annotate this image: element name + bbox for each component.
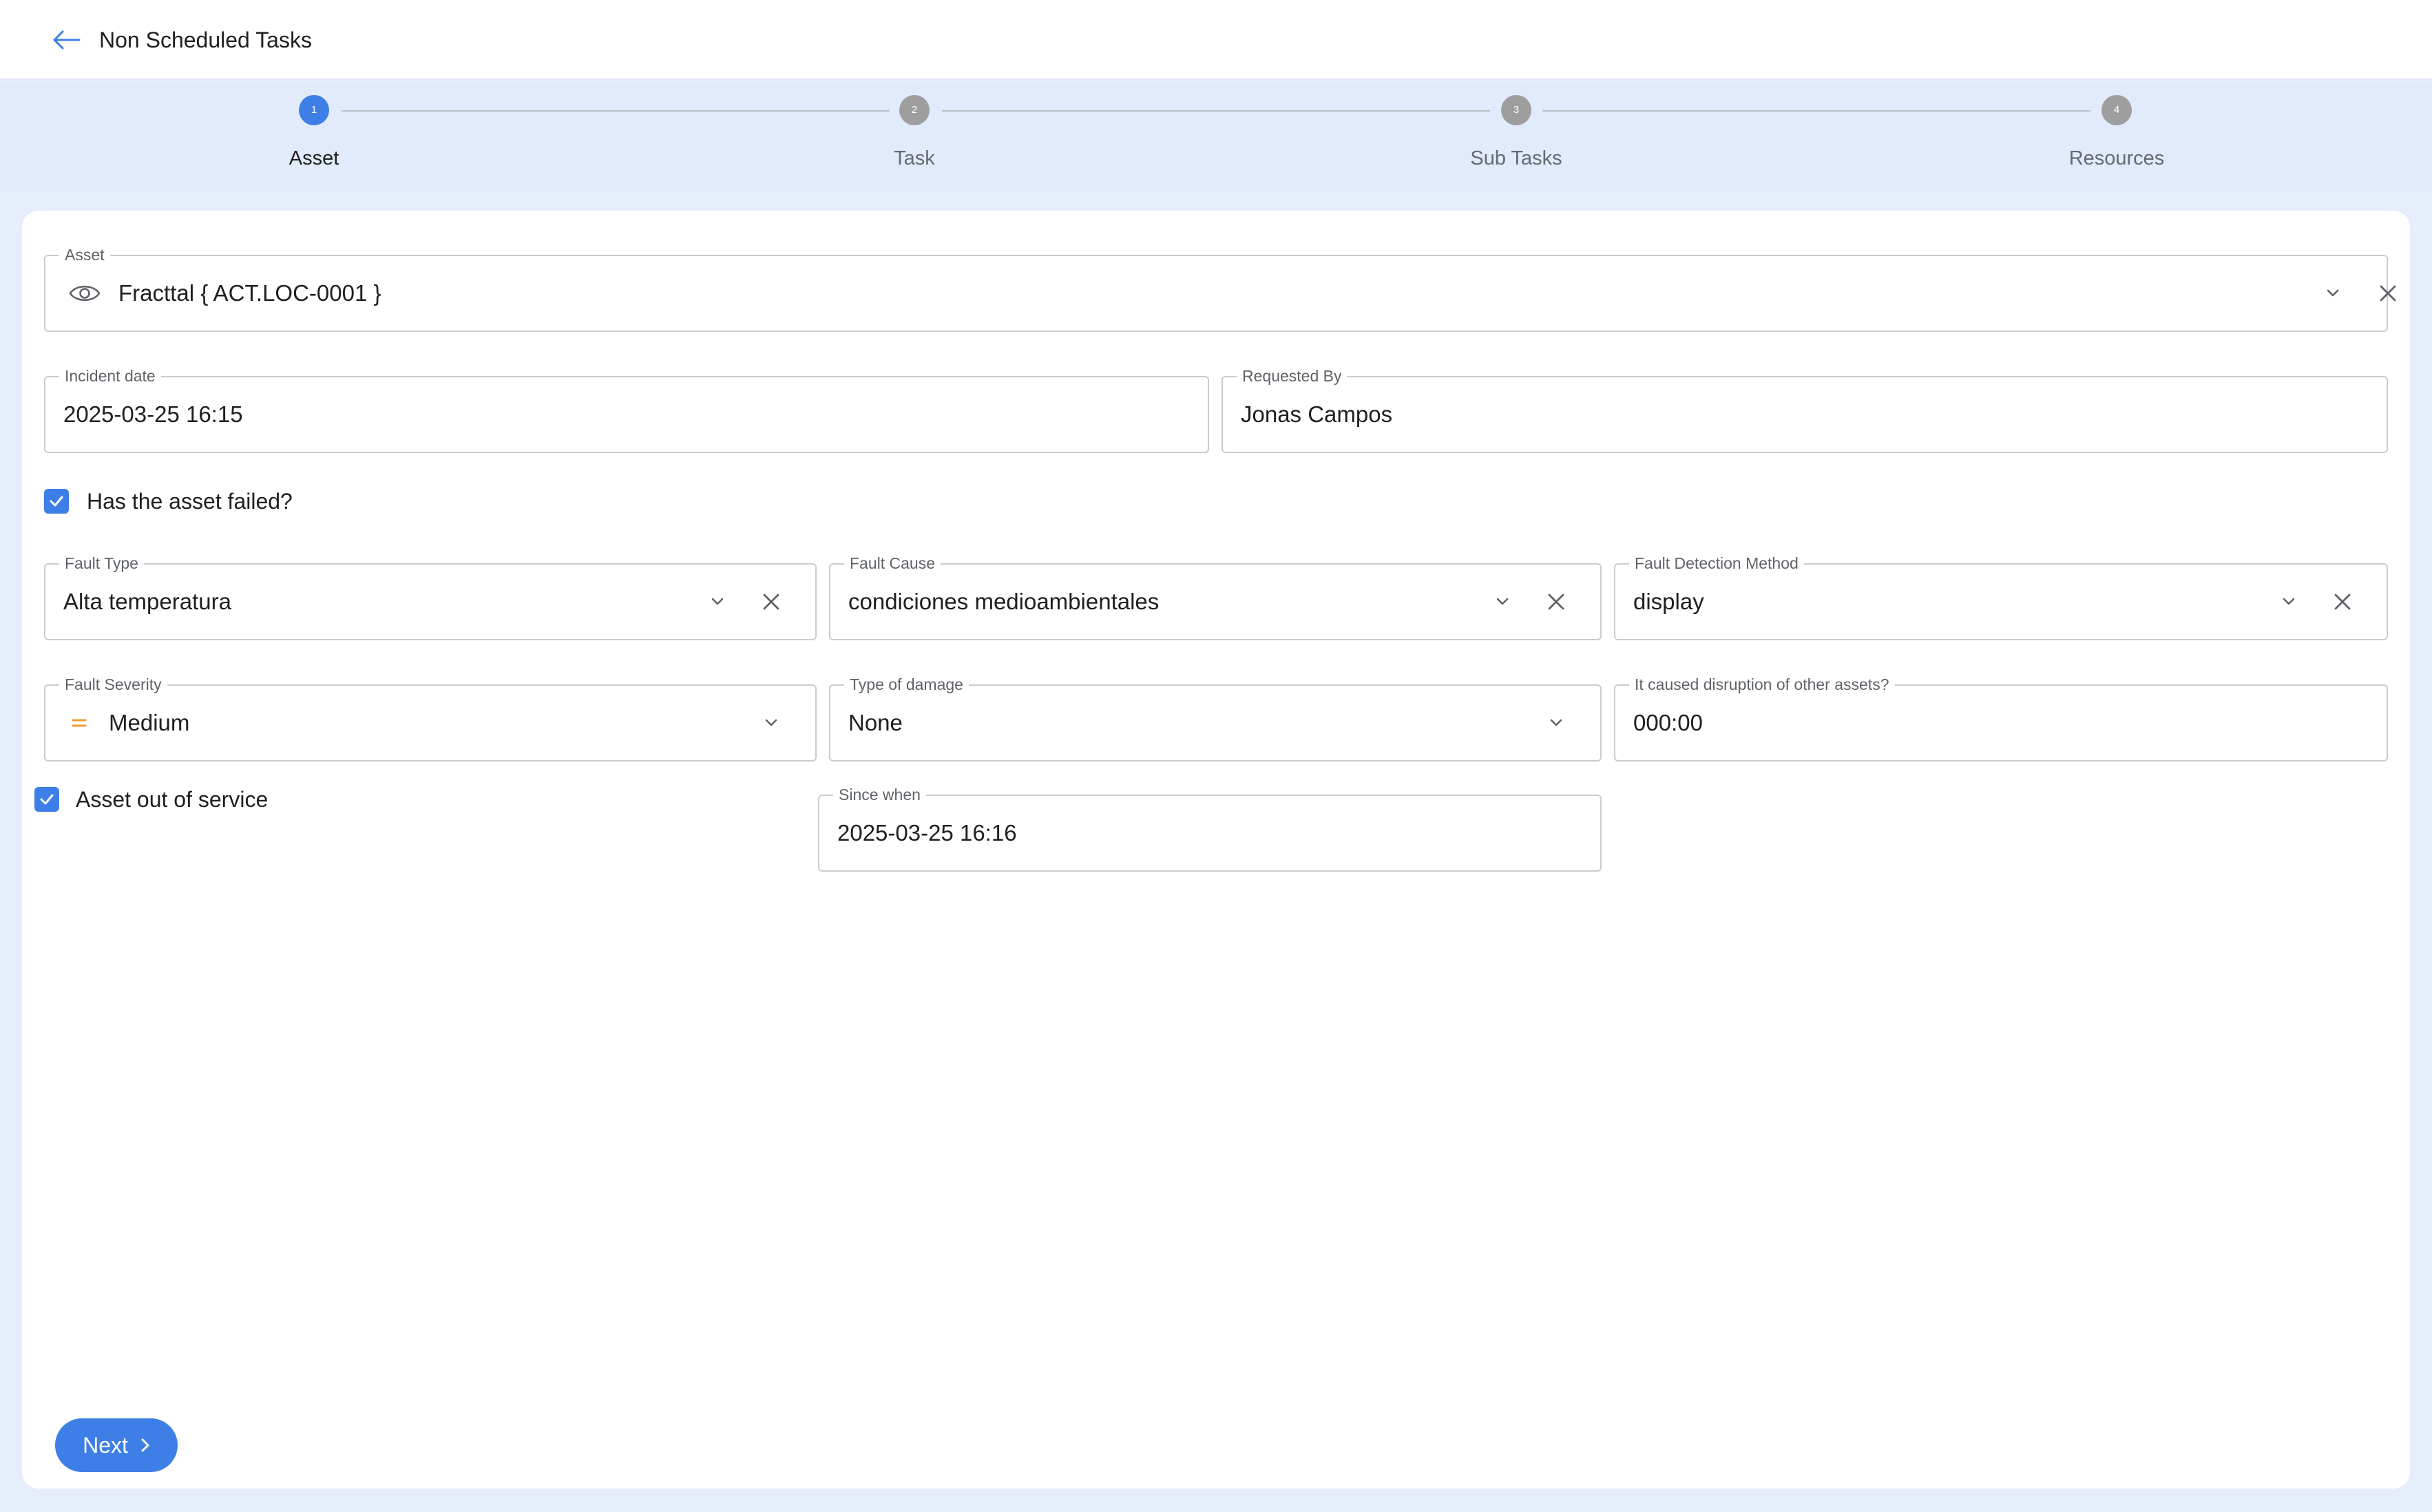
out-of-service-label[interactable]: Asset out of service (76, 784, 268, 815)
fault-type-select[interactable]: Fault Type Alta temperatura (44, 552, 817, 640)
step-1-label[interactable]: Asset (211, 145, 417, 172)
chevron-down-icon[interactable] (704, 565, 731, 639)
check-icon (40, 794, 54, 805)
stepper (0, 81, 2432, 191)
chevron-down-icon[interactable] (1542, 686, 1570, 760)
next-button-label: Next (83, 1432, 128, 1458)
step-4-indicator[interactable]: 4 (2101, 95, 2132, 125)
eye-icon[interactable] (69, 256, 101, 330)
step-3-label[interactable]: Sub Tasks (1413, 145, 1619, 172)
clear-icon[interactable] (756, 565, 786, 639)
asset-failed-label[interactable]: Has the asset failed? (87, 486, 293, 516)
type-of-damage-select[interactable]: Type of damage None (829, 673, 1602, 762)
since-when-value: 2025-03-25 16:16 (837, 820, 1017, 846)
step-3-indicator[interactable]: 3 (1501, 95, 1531, 125)
page-title: Non Scheduled Tasks (99, 28, 312, 52)
chevron-down-icon[interactable] (1489, 565, 1516, 639)
fault-detection-method-select[interactable]: Fault Detection Method display (1614, 552, 2388, 640)
fault-type-value: Alta temperatura (63, 589, 231, 614)
disruption-field[interactable]: It caused disruption of other assets? 00… (1614, 673, 2388, 762)
step-connector (942, 110, 1490, 112)
requested-by-field[interactable]: Requested By Jonas Campos (1222, 365, 2388, 453)
chevron-down-icon[interactable] (757, 686, 785, 760)
fault-cause-select[interactable]: Fault Cause condiciones medioambientales (829, 552, 1602, 640)
top-bar: Non Scheduled Tasks (0, 0, 2432, 80)
chevron-down-icon[interactable] (2275, 565, 2303, 639)
step-4-label[interactable]: Resources (2013, 145, 2220, 172)
step-connector (1542, 110, 2090, 112)
back-arrow-icon[interactable] (45, 21, 87, 59)
fault-detection-method-value: display (1633, 589, 1704, 614)
chevron-right-icon (141, 1438, 149, 1452)
since-when-field[interactable]: Since when 2025-03-25 16:16 (818, 784, 1602, 872)
clear-icon[interactable] (2373, 256, 2403, 330)
disruption-value: 000:00 (1633, 710, 1703, 735)
next-button[interactable]: Next (55, 1418, 178, 1472)
clear-icon[interactable] (2327, 565, 2358, 639)
requested-by-value: Jonas Campos (1241, 401, 1393, 427)
step-2-indicator[interactable]: 2 (899, 95, 930, 125)
fault-severity-value: Medium (109, 710, 190, 735)
type-of-damage-value: None (848, 710, 903, 735)
step-2-label[interactable]: Task (811, 145, 1018, 172)
chevron-down-icon[interactable] (2319, 256, 2347, 330)
fault-severity-select[interactable]: Fault Severity Medium (44, 673, 817, 762)
step-1-indicator[interactable]: 1 (299, 95, 329, 125)
incident-date-value: 2025-03-25 16:15 (63, 401, 243, 427)
out-of-service-checkbox[interactable] (34, 787, 59, 812)
asset-value: Fracttal { ACT.LOC-0001 } (118, 280, 381, 306)
check-icon (50, 496, 63, 507)
step-connector (342, 110, 890, 112)
asset-select[interactable]: Asset Fracttal { ACT.LOC-0001 } (44, 244, 2396, 332)
fault-cause-value: condiciones medioambientales (848, 589, 1160, 614)
clear-icon[interactable] (1541, 565, 1571, 639)
asset-failed-checkbox[interactable] (44, 489, 69, 514)
equals-icon (72, 686, 87, 760)
incident-date-field[interactable]: Incident date 2025-03-25 16:15 (44, 365, 1209, 453)
